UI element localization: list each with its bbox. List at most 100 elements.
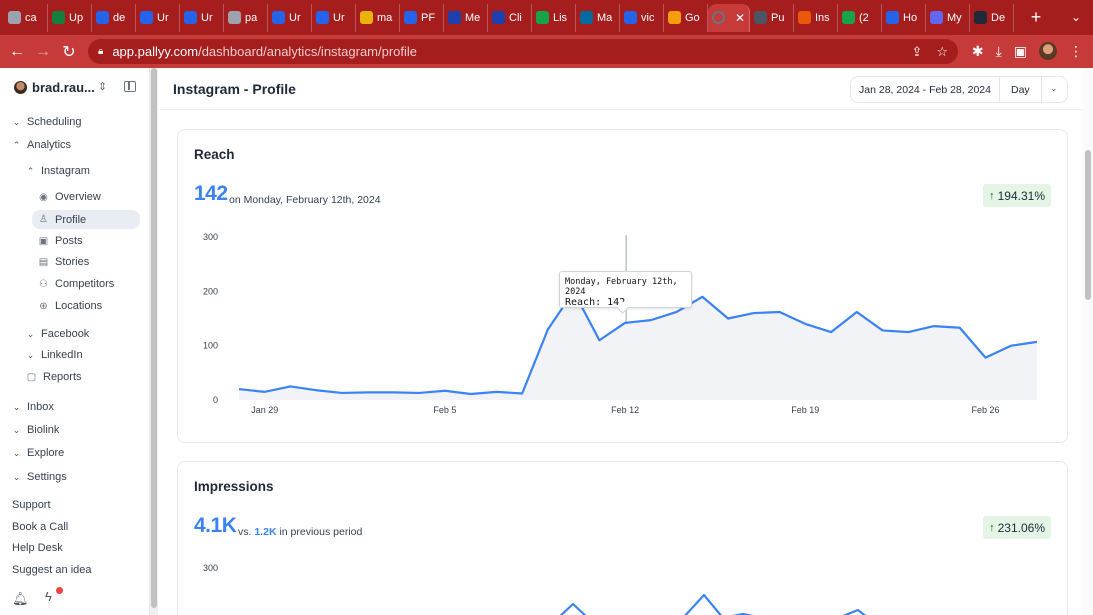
forward-arrow-icon[interactable]: → <box>30 43 56 61</box>
page-scrollbar[interactable] <box>1083 68 1093 615</box>
sidebar-item-facebook[interactable]: ⌄ Facebook <box>26 328 90 340</box>
footer-link-suggest-an-idea[interactable]: Suggest an idea <box>12 564 92 576</box>
browser-tab[interactable]: Go <box>664 3 708 32</box>
browser-tab[interactable]: Ur <box>180 3 224 32</box>
browser-tab[interactable]: Cli <box>488 3 532 32</box>
reach-point[interactable] <box>237 387 241 391</box>
account-switcher[interactable]: brad.rau... <box>14 80 95 95</box>
browser-tab[interactable]: vic <box>620 3 664 32</box>
chevron-down-icon[interactable]: ⌄ <box>1050 83 1058 94</box>
reach-point[interactable] <box>340 391 344 395</box>
side-panel-icon[interactable]: ▣ <box>1014 43 1027 60</box>
reach-point[interactable] <box>546 327 550 331</box>
browser-tab[interactable]: ✕ <box>708 3 750 32</box>
reach-chart[interactable]: 0 100 200 300 Jan 29 Feb 5 Feb 12 Feb 19 Feb 26 <box>178 220 1067 450</box>
footer-link-help-desk[interactable]: Help Desk <box>12 542 63 554</box>
sidebar-item-competitors[interactable]: ⚇ Competitors <box>38 278 114 290</box>
reach-point[interactable] <box>752 311 756 315</box>
reach-point[interactable] <box>649 318 653 322</box>
reach-point[interactable] <box>520 391 524 395</box>
lightning-icon[interactable]: ϟ <box>45 589 52 604</box>
browser-tab[interactable]: Ur <box>136 3 180 32</box>
granularity-select[interactable]: Day ⌄ <box>999 76 1068 103</box>
browser-tab[interactable]: PF <box>400 3 444 32</box>
reach-point[interactable] <box>623 321 627 325</box>
sidebar-item-biolink[interactable]: ⌄ Biolink <box>12 424 60 436</box>
collapse-sidebar-icon[interactable] <box>124 81 136 92</box>
reach-point[interactable] <box>417 391 421 395</box>
reach-point[interactable] <box>984 356 988 360</box>
browser-tab[interactable]: de <box>92 3 136 32</box>
sidebar-item-scheduling[interactable]: ⌄ Scheduling <box>12 116 82 128</box>
reach-point[interactable] <box>700 295 704 299</box>
reach-point[interactable] <box>263 390 267 394</box>
impressions-chart[interactable]: 300 <box>178 558 1067 615</box>
new-tab-button[interactable]: + <box>1024 7 1048 28</box>
sidebar-item-reports[interactable]: ▢ Reports <box>26 371 82 383</box>
reach-point[interactable] <box>366 390 370 394</box>
reach-point[interactable] <box>443 389 447 393</box>
sidebar-item-locations[interactable]: ⊕ Locations <box>38 300 102 312</box>
bookmark-star-icon[interactable]: ☆ <box>936 44 948 60</box>
browser-tab[interactable]: Ma <box>576 3 620 32</box>
sidebar-scrollbar[interactable] <box>149 68 158 615</box>
reach-point[interactable] <box>803 322 807 326</box>
browser-tab[interactable]: Up <box>48 3 92 32</box>
sidebar-item-overview[interactable]: ◉ Overview <box>38 191 101 203</box>
sidebar-item-linkedin[interactable]: ⌄ LinkedIn <box>26 349 83 361</box>
reach-point[interactable] <box>958 326 962 330</box>
browser-tab[interactable]: Pu <box>750 3 794 32</box>
browser-tab[interactable]: Me <box>444 3 488 32</box>
browser-tab[interactable]: (2 <box>838 3 882 32</box>
reach-point[interactable] <box>288 384 292 388</box>
browser-tab[interactable]: Lis <box>532 3 576 32</box>
tab-search-chevron-icon[interactable]: ⌄ <box>1071 10 1081 24</box>
reach-point[interactable] <box>906 330 910 334</box>
browser-tab[interactable]: Ur <box>268 3 312 32</box>
browser-tab[interactable]: De <box>970 3 1014 32</box>
share-icon[interactable]: ⇪ <box>911 44 922 60</box>
profile-avatar[interactable] <box>1039 42 1057 60</box>
reach-point[interactable] <box>494 390 498 394</box>
sidebar-item-profile[interactable]: ♙ Profile <box>32 210 140 229</box>
reach-point[interactable] <box>778 310 782 314</box>
date-range-picker[interactable]: Jan 28, 2024 - Feb 28, 2024 <box>850 76 1000 103</box>
reach-point[interactable] <box>675 310 679 314</box>
reach-point[interactable] <box>597 338 601 342</box>
footer-link-support[interactable]: Support <box>12 499 51 511</box>
bell-icon[interactable]: 🔔︎ <box>12 591 29 607</box>
browser-tab[interactable]: pa <box>224 3 268 32</box>
reach-point[interactable] <box>855 310 859 314</box>
browser-tab[interactable]: ca <box>4 3 48 32</box>
browser-tab[interactable]: Ho <box>882 3 926 32</box>
reach-point[interactable] <box>469 392 473 396</box>
browser-tab[interactable]: My <box>926 3 970 32</box>
reach-point[interactable] <box>1009 344 1013 348</box>
reach-point[interactable] <box>881 328 885 332</box>
reach-point[interactable] <box>314 388 318 392</box>
reach-point[interactable] <box>829 330 833 334</box>
account-switch-chevrons-icon[interactable]: ⇕ <box>98 80 107 93</box>
reload-icon[interactable]: ↻ <box>56 42 82 62</box>
browser-menu-icon[interactable]: ⋮ <box>1069 43 1083 60</box>
sidebar-item-explore[interactable]: ⌄ Explore <box>12 447 65 459</box>
reach-point[interactable] <box>1035 340 1039 344</box>
sidebar-item-stories[interactable]: ▤ Stories <box>38 256 89 268</box>
sidebar-item-inbox[interactable]: ⌄ Inbox <box>12 401 54 413</box>
browser-tab[interactable]: Ins <box>794 3 838 32</box>
close-tab-icon[interactable]: ✕ <box>735 11 745 25</box>
sidebar-item-instagram[interactable]: ⌃ Instagram <box>26 165 90 177</box>
reach-point[interactable] <box>932 324 936 328</box>
reach-point[interactable] <box>726 317 730 321</box>
extensions-icon[interactable]: ✱ <box>972 43 984 60</box>
browser-tab[interactable]: Ur <box>312 3 356 32</box>
reach-point[interactable] <box>391 390 395 394</box>
sidebar-item-analytics[interactable]: ⌃ Analytics <box>12 139 71 151</box>
back-arrow-icon[interactable]: ← <box>4 43 30 61</box>
footer-link-book-a-call[interactable]: Book a Call <box>12 521 68 533</box>
address-bar[interactable]: 🔒︎ app.pallyy.com/dashboard/analytics/in… <box>88 39 958 64</box>
sidebar-item-posts[interactable]: ▣ Posts <box>38 235 83 247</box>
browser-tab[interactable]: ma <box>356 3 400 32</box>
download-icon[interactable]: ⤓ <box>996 43 1002 60</box>
sidebar-item-settings[interactable]: ⌄ Settings <box>12 471 67 483</box>
